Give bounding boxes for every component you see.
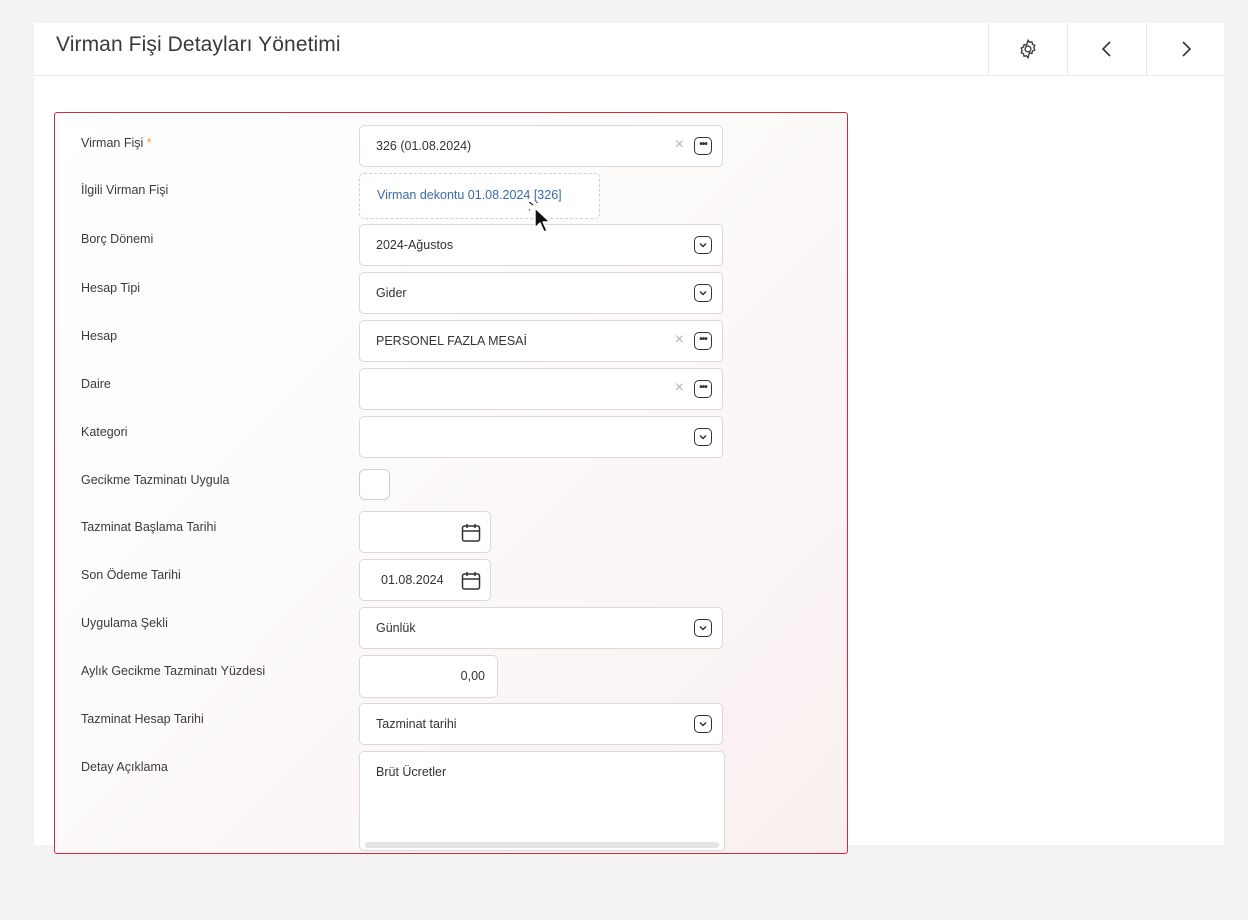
ilgili-virman-fisi-link[interactable]: Virman dekontu 01.08.2024 [326] <box>359 173 600 219</box>
kategori-select[interactable] <box>359 416 723 458</box>
page-title: Virman Fişi Detayları Yönetimi <box>56 33 341 56</box>
kategori-label: Kategori <box>81 425 128 439</box>
page-header: Virman Fişi Detayları Yönetimi <box>34 23 1224 76</box>
virman-fisi-label: Virman Fişi * <box>81 136 152 150</box>
tazminat-baslama-date[interactable] <box>359 511 491 553</box>
son-odeme-value: 01.08.2024 <box>381 573 444 587</box>
previous-button[interactable] <box>1067 23 1146 75</box>
lookup-icon[interactable]: ••• <box>694 137 712 155</box>
hesap-tipi-label: Hesap Tipi <box>81 281 141 295</box>
hesap-label: Hesap <box>81 329 118 343</box>
chevron-down-icon[interactable] <box>694 236 712 254</box>
son-odeme-date[interactable]: 01.08.2024 <box>359 559 491 601</box>
detay-aciklama-textarea[interactable]: Brüt Ücretler <box>359 751 725 851</box>
borc-donemi-value: 2024-Ağustos <box>376 238 454 252</box>
ilgili-virman-fisi-label: İlgili Virman Fişi <box>81 183 169 197</box>
lookup-icon[interactable]: ••• <box>694 380 712 398</box>
hesap-tipi-select[interactable]: Gider <box>359 272 723 314</box>
gecikme-tazminati-checkbox[interactable] <box>359 469 390 500</box>
chevron-left-icon <box>1099 39 1115 59</box>
next-button[interactable] <box>1146 23 1225 75</box>
clear-icon[interactable]: × <box>675 332 684 348</box>
lookup-icon[interactable]: ••• <box>694 332 712 350</box>
required-mark: * <box>146 136 152 150</box>
hesap-field[interactable]: PERSONEL FAZLA MESAİ × ••• <box>359 320 723 362</box>
chevron-down-icon[interactable] <box>694 619 712 637</box>
hesap-value: PERSONEL FAZLA MESAİ <box>376 334 527 348</box>
gear-icon <box>1017 38 1039 60</box>
clear-icon[interactable]: × <box>675 380 684 396</box>
aylik-gecikme-label: Aylık Gecikme Tazminatı Yüzdesi <box>81 664 266 678</box>
chevron-down-icon[interactable] <box>694 428 712 446</box>
clear-icon[interactable]: × <box>675 137 684 153</box>
main-panel: Virman Fişi Detayları Yönetimi Virman Fi… <box>34 23 1224 854</box>
uygulama-sekli-label: Uygulama Şekli <box>81 616 168 630</box>
borc-donemi-label: Borç Dönemi <box>81 232 154 246</box>
son-odeme-label: Son Ödeme Tarihi <box>81 568 181 582</box>
ilgili-virman-fisi-value[interactable]: Virman dekontu 01.08.2024 [326] <box>377 188 562 202</box>
virman-fisi-field[interactable]: 326 (01.08.2024) × ••• <box>359 125 723 167</box>
form-container: Virman Fişi * 326 (01.08.2024) × ••• İlg… <box>54 112 848 854</box>
tazminat-hesap-tarihi-value: Tazminat tarihi <box>376 717 457 731</box>
uygulama-sekli-select[interactable]: Günlük <box>359 607 723 649</box>
detay-aciklama-label: Detay Açıklama <box>81 760 168 774</box>
daire-field[interactable]: × ••• <box>359 368 723 410</box>
detay-aciklama-value: Brüt Ücretler <box>376 765 447 779</box>
aylik-gecikme-value: 0,00 <box>460 669 485 683</box>
settings-button[interactable] <box>988 23 1067 75</box>
daire-label: Daire <box>81 377 111 391</box>
aylik-gecikme-input[interactable]: 0,00 <box>359 655 498 698</box>
virman-fisi-value: 326 (01.08.2024) <box>376 139 472 153</box>
tazminat-hesap-tarihi-label: Tazminat Hesap Tarihi <box>81 712 204 726</box>
hesap-tipi-value: Gider <box>376 286 407 300</box>
calendar-icon[interactable] <box>460 570 482 597</box>
uygulama-sekli-value: Günlük <box>376 621 416 635</box>
tazminat-hesap-tarihi-select[interactable]: Tazminat tarihi <box>359 703 723 745</box>
chevron-down-icon[interactable] <box>694 715 712 733</box>
chevron-down-icon[interactable] <box>694 284 712 302</box>
virman-fisi-label-text: Virman Fişi <box>81 136 144 150</box>
resize-handle[interactable] <box>365 842 719 848</box>
tazminat-baslama-label: Tazminat Başlama Tarihi <box>81 520 217 534</box>
calendar-icon[interactable] <box>460 522 482 549</box>
gecikme-tazminati-label: Gecikme Tazminatı Uygula <box>81 473 230 487</box>
mouse-pointer-icon <box>526 199 555 241</box>
chevron-right-icon <box>1178 39 1194 59</box>
